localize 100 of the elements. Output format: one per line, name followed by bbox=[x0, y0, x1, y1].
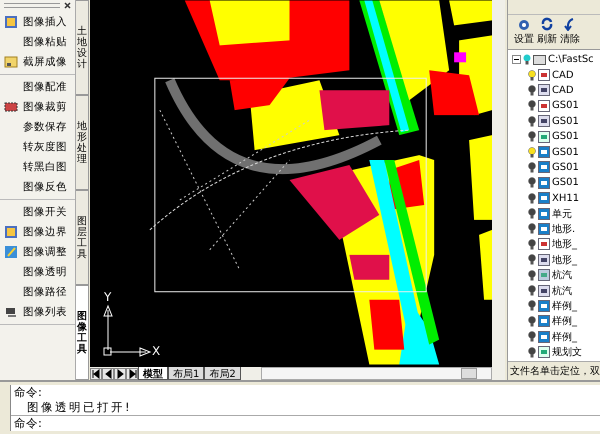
bulb-icon[interactable] bbox=[528, 208, 536, 220]
layout-tab[interactable]: 布局2 bbox=[204, 367, 241, 380]
axis-label: Y bbox=[104, 290, 112, 304]
tree-item[interactable]: 杭汽 bbox=[552, 284, 572, 298]
bulb-icon[interactable] bbox=[528, 285, 536, 296]
tool-menu-item[interactable]: 图像反色 bbox=[0, 177, 75, 197]
bulb-icon[interactable] bbox=[528, 238, 536, 250]
arrow-icon bbox=[127, 368, 137, 380]
bulb-icon[interactable] bbox=[528, 331, 536, 342]
bulb-icon[interactable] bbox=[528, 116, 536, 127]
file-icon bbox=[538, 254, 550, 266]
tree-item[interactable]: 杭汽 bbox=[552, 268, 572, 282]
file-icon bbox=[538, 176, 550, 189]
command-line: 命令: bbox=[13, 385, 43, 400]
side-tab[interactable]: 地形处理 bbox=[76, 95, 89, 190]
toolbar-button[interactable]: 清除 bbox=[560, 17, 580, 49]
scrollbar[interactable] bbox=[492, 0, 505, 367]
tree-item[interactable]: 样例_ bbox=[552, 314, 577, 328]
tree-item[interactable]: GS01 bbox=[552, 116, 579, 127]
bulb-icon[interactable] bbox=[528, 223, 536, 234]
tree-item[interactable]: C:\FastSc bbox=[548, 54, 594, 66]
bulb-icon[interactable] bbox=[528, 162, 536, 173]
image-icon bbox=[4, 15, 18, 29]
tool-menu-item[interactable]: 截屏成像 bbox=[0, 52, 75, 72]
toolbar-button[interactable]: 刷新 bbox=[537, 17, 557, 49]
tree-item[interactable]: GS01 bbox=[552, 177, 579, 188]
file-icon bbox=[538, 222, 550, 235]
tool-menu-item[interactable]: 图像裁剪 bbox=[0, 97, 75, 117]
tree-item[interactable]: CAD bbox=[552, 84, 574, 96]
bulb-icon[interactable] bbox=[528, 270, 536, 281]
nav-button[interactable] bbox=[114, 368, 126, 380]
tool-menu-item[interactable]: 转黑白图 bbox=[0, 157, 75, 177]
bulb-icon[interactable] bbox=[528, 177, 536, 188]
tree-item[interactable]: 地形_ bbox=[552, 237, 577, 252]
bulb-icon[interactable] bbox=[528, 254, 536, 266]
tree-item[interactable]: GS01 bbox=[552, 131, 579, 142]
folder-icon bbox=[533, 54, 546, 66]
bulb-icon[interactable] bbox=[528, 84, 536, 96]
nav-button[interactable] bbox=[102, 368, 114, 380]
refresh-icon bbox=[540, 17, 554, 31]
side-tab[interactable]: 图像工具 bbox=[76, 285, 89, 380]
arrow-icon bbox=[91, 368, 101, 380]
file-icon bbox=[538, 130, 550, 143]
tree-item[interactable]: 规划文 bbox=[552, 345, 582, 360]
file-icon bbox=[538, 284, 550, 297]
bulb-icon[interactable] bbox=[528, 146, 536, 158]
tool-menu-item[interactable]: 图像调整 bbox=[0, 242, 75, 262]
crop-icon bbox=[4, 100, 18, 114]
close-icon[interactable] bbox=[64, 2, 71, 8]
side-tab[interactable]: 图层工具 bbox=[76, 190, 89, 285]
status-text: 文件名单击定位，双 bbox=[508, 361, 600, 380]
arrow-icon bbox=[115, 368, 125, 380]
tree-expander[interactable] bbox=[512, 55, 521, 64]
tool-menu-item[interactable]: 图像开关 bbox=[0, 202, 75, 222]
tool-menu-item[interactable]: 图像路径 bbox=[0, 282, 75, 302]
tool-menu-item[interactable]: 图像配准 bbox=[0, 77, 75, 97]
file-icon bbox=[538, 161, 550, 174]
bulb-icon[interactable] bbox=[528, 346, 536, 358]
tree-item[interactable]: 单元 bbox=[552, 206, 572, 221]
tree-item[interactable]: 样例_ bbox=[552, 298, 577, 313]
tool-menu-item[interactable]: 图像列表 bbox=[0, 302, 75, 322]
bulb-icon[interactable] bbox=[528, 100, 536, 112]
command-line: 图像透明已打开! bbox=[11, 400, 600, 416]
bulb-icon[interactable] bbox=[528, 316, 536, 327]
bulb-icon[interactable] bbox=[528, 70, 536, 81]
bulb-icon[interactable] bbox=[528, 131, 536, 142]
nav-button[interactable] bbox=[90, 368, 102, 380]
nav-button[interactable] bbox=[126, 368, 138, 380]
tool-menu-item[interactable]: 参数保存 bbox=[0, 117, 75, 137]
bulb-icon bbox=[523, 54, 531, 66]
tree-item[interactable]: GS01 bbox=[552, 146, 579, 158]
bulb-icon[interactable] bbox=[528, 300, 536, 312]
file-icon bbox=[538, 208, 550, 220]
file-icon bbox=[538, 115, 550, 128]
tool-menu-item[interactable]: 图像透明 bbox=[0, 262, 75, 282]
tool-menu-item[interactable]: 图像边界 bbox=[0, 222, 75, 242]
toolbar-button[interactable]: 设置 bbox=[514, 17, 534, 49]
tree-item[interactable]: GS01 bbox=[552, 162, 579, 173]
settings-icon bbox=[517, 17, 531, 31]
layout-tab[interactable]: 模型 bbox=[138, 367, 168, 380]
tool-menu-item[interactable]: 图像粘贴 bbox=[0, 32, 75, 52]
tree-item[interactable]: XH11 bbox=[552, 192, 580, 204]
scrollbar[interactable] bbox=[260, 367, 492, 380]
arrow-icon bbox=[103, 368, 113, 380]
side-tab[interactable]: 土地设计 bbox=[76, 0, 89, 95]
tool-menu-item[interactable]: 图像插入 bbox=[0, 12, 75, 32]
file-icon bbox=[538, 300, 550, 312]
tree-item[interactable]: 地形. bbox=[552, 222, 576, 236]
file-icon bbox=[538, 69, 550, 82]
tree-item[interactable]: 样例_ bbox=[552, 330, 577, 344]
file-icon bbox=[538, 146, 550, 158]
image-icon bbox=[4, 225, 18, 239]
file-icon bbox=[538, 100, 550, 112]
command-line: 命令: bbox=[13, 416, 43, 431]
tree-item[interactable]: 地形_ bbox=[552, 252, 577, 267]
tool-menu-item[interactable]: 转灰度图 bbox=[0, 137, 75, 157]
bulb-icon[interactable] bbox=[528, 192, 536, 204]
layout-tab[interactable]: 布局1 bbox=[168, 367, 204, 380]
tree-item[interactable]: CAD bbox=[552, 70, 574, 81]
tree-item[interactable]: GS01 bbox=[552, 100, 579, 112]
